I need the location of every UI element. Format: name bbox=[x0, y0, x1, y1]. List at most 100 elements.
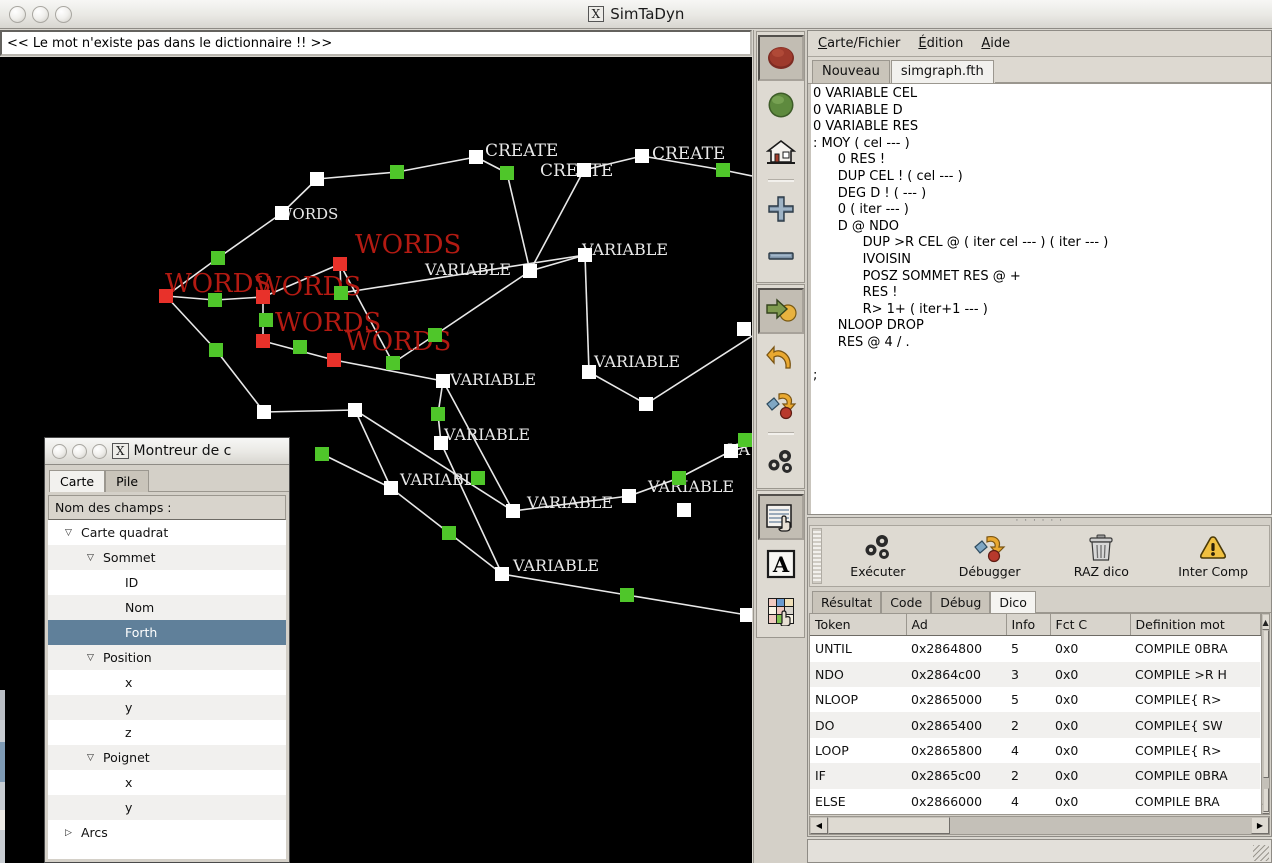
graph-node[interactable] bbox=[622, 489, 636, 503]
inter-comp-button[interactable]: Inter Comp bbox=[1157, 533, 1269, 579]
home-view-button[interactable] bbox=[758, 129, 804, 175]
chevron-down-icon[interactable]: ▽ bbox=[84, 553, 97, 563]
debug-button[interactable] bbox=[758, 382, 804, 428]
window-resize-grip[interactable] bbox=[1253, 845, 1269, 861]
graph-node[interactable] bbox=[211, 251, 225, 265]
graph-node[interactable] bbox=[724, 444, 738, 458]
graph-node[interactable] bbox=[386, 356, 400, 370]
dictionary-horizontal-scrollbar[interactable]: ◀ ▶ bbox=[809, 816, 1270, 835]
dialog-close-button[interactable] bbox=[52, 443, 67, 459]
tree-item[interactable]: x bbox=[48, 670, 286, 695]
graph-node[interactable] bbox=[635, 149, 649, 163]
green-ball-button[interactable] bbox=[758, 82, 804, 128]
graph-node[interactable] bbox=[469, 150, 483, 164]
dialog-maximize-button[interactable] bbox=[92, 443, 107, 459]
graph-node[interactable] bbox=[738, 433, 752, 447]
menu-edition[interactable]: Édition bbox=[918, 36, 963, 51]
menu-aide[interactable]: Aide bbox=[981, 36, 1010, 51]
graph-node[interactable] bbox=[677, 503, 691, 517]
dialog-tab-pile[interactable]: Pile bbox=[105, 470, 150, 492]
column-header[interactable]: Ad bbox=[906, 614, 1007, 636]
console-tab-dico[interactable]: Dico bbox=[990, 591, 1036, 613]
graph-node[interactable] bbox=[159, 289, 173, 303]
graph-node[interactable] bbox=[500, 166, 514, 180]
select-tool-button[interactable] bbox=[757, 494, 804, 540]
graph-node[interactable] bbox=[257, 405, 271, 419]
tree-item[interactable]: z bbox=[48, 720, 286, 745]
settings-button[interactable] bbox=[758, 439, 804, 485]
debugger-button[interactable]: Débugger bbox=[934, 533, 1046, 579]
graph-node[interactable] bbox=[577, 163, 591, 177]
graph-node[interactable] bbox=[639, 397, 653, 411]
dialog-minimize-button[interactable] bbox=[72, 443, 87, 459]
chevron-down-icon[interactable]: ▽ bbox=[84, 653, 97, 663]
graph-node[interactable] bbox=[620, 588, 634, 602]
graph-node[interactable] bbox=[315, 447, 329, 461]
graph-node[interactable] bbox=[582, 365, 596, 379]
graph-node[interactable] bbox=[737, 322, 751, 336]
tree-item[interactable]: Nom bbox=[48, 595, 286, 620]
dialog-tab-carte[interactable]: Carte bbox=[49, 470, 106, 492]
scroll-thumb[interactable] bbox=[1262, 630, 1269, 778]
column-header[interactable]: Definition mot bbox=[1130, 614, 1261, 636]
graph-node[interactable] bbox=[209, 343, 223, 357]
table-row[interactable]: ELSE 0x2866000 4 0x0 COMPILE BRA bbox=[810, 788, 1260, 814]
status-message-field[interactable]: << Le mot n'existe pas dans le dictionna… bbox=[0, 30, 752, 56]
graph-node[interactable] bbox=[390, 165, 404, 179]
table-row[interactable]: DO 0x2865400 2 0x0 COMPILE{ SW bbox=[810, 712, 1260, 738]
dictionary-vertical-scrollbar[interactable]: ▲ ▼ bbox=[1260, 614, 1269, 814]
editor-tab-nouveau[interactable]: Nouveau bbox=[812, 60, 890, 83]
menu-carte-fichier[interactable]: Carte/Fichier bbox=[818, 36, 900, 51]
chevron-down-icon[interactable]: ▽ bbox=[62, 528, 75, 538]
graph-node[interactable] bbox=[436, 374, 450, 388]
tree-item[interactable]: y bbox=[48, 695, 286, 720]
editor-tab-simgraph[interactable]: simgraph.fth bbox=[890, 60, 994, 83]
scroll-thumb-lower[interactable] bbox=[1262, 788, 1269, 812]
graph-node[interactable] bbox=[259, 313, 273, 327]
field-tree[interactable]: ▽ Carte quadrat ▽ Sommet ID Nom Forth ▽ Position… bbox=[48, 520, 286, 859]
tree-item[interactable]: ▷ Arcs bbox=[48, 820, 286, 845]
chevron-down-icon[interactable]: ▽ bbox=[84, 753, 97, 763]
graph-node[interactable] bbox=[256, 334, 270, 348]
graph-node[interactable] bbox=[442, 526, 456, 540]
record-red-ball-button[interactable] bbox=[757, 35, 804, 81]
execute-forth-button[interactable] bbox=[757, 288, 804, 334]
execute-button[interactable]: Exécuter bbox=[822, 533, 934, 579]
graph-node[interactable] bbox=[428, 328, 442, 342]
tree-column-header[interactable]: Nom des champs : bbox=[48, 495, 286, 520]
tree-item[interactable]: y bbox=[48, 795, 286, 820]
text-tool-button[interactable]: A bbox=[758, 541, 804, 587]
tree-item[interactable]: ▽ Sommet bbox=[48, 545, 286, 570]
table-row[interactable]: NLOOP 0x2865000 5 0x0 COMPILE{ R> bbox=[810, 686, 1260, 713]
graph-node[interactable] bbox=[716, 163, 730, 177]
graph-node[interactable] bbox=[293, 340, 307, 354]
tree-item[interactable]: x bbox=[48, 770, 286, 795]
graph-node[interactable] bbox=[333, 257, 347, 271]
chevron-right-icon[interactable]: ▷ bbox=[62, 828, 75, 838]
table-row[interactable]: NDO 0x2864c00 3 0x0 COMPILE >R H bbox=[810, 661, 1260, 687]
tree-item[interactable]: Forth bbox=[48, 620, 286, 645]
graph-node[interactable] bbox=[275, 206, 289, 220]
cell-tool-button[interactable] bbox=[758, 588, 804, 634]
undo-button[interactable] bbox=[758, 335, 804, 381]
graph-node[interactable] bbox=[348, 403, 362, 417]
console-tab-debug[interactable]: Débug bbox=[931, 591, 991, 613]
graph-node[interactable] bbox=[506, 504, 520, 518]
graph-node[interactable] bbox=[334, 286, 348, 300]
zoom-out-button[interactable] bbox=[758, 233, 804, 279]
hscroll-track[interactable] bbox=[950, 817, 1251, 834]
raz-dico-button[interactable]: RAZ dico bbox=[1046, 533, 1158, 579]
graph-node[interactable] bbox=[327, 353, 341, 367]
column-header[interactable]: Info bbox=[1006, 614, 1051, 636]
graph-node[interactable] bbox=[310, 172, 324, 186]
graph-node[interactable] bbox=[384, 481, 398, 495]
table-row[interactable]: UNTIL 0x2864800 5 0x0 COMPILE 0BRA bbox=[810, 635, 1260, 662]
tree-item[interactable]: ID bbox=[48, 570, 286, 595]
graph-node[interactable] bbox=[431, 407, 445, 421]
scroll-up-button[interactable]: ▲ bbox=[1261, 614, 1269, 630]
scroll-right-button[interactable]: ▶ bbox=[1251, 817, 1269, 834]
tree-item[interactable]: ▽ Position bbox=[48, 645, 286, 670]
code-text-area[interactable]: 0 VARIABLE CEL 0 VARIABLE D 0 VARIABLE R… bbox=[808, 84, 1271, 514]
tree-item[interactable]: ▽ Poignet bbox=[48, 745, 286, 770]
graph-node[interactable] bbox=[672, 471, 686, 485]
